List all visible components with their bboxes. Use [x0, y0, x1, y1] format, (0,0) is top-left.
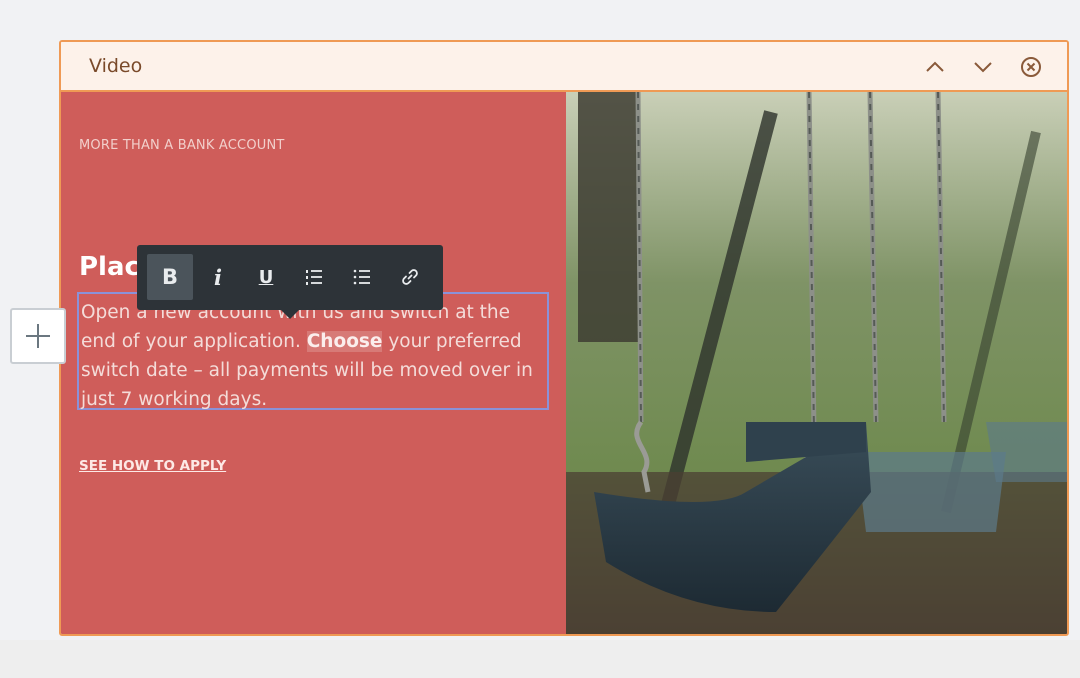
move-down-button[interactable]	[971, 55, 995, 79]
video-block[interactable]: Video MORE THAN A BANK ACCOUNT Place Ope…	[59, 40, 1069, 636]
paragraph[interactable]: Open a new account with us and switch at…	[81, 298, 545, 414]
playground-swings-image	[566, 92, 1067, 634]
link-button[interactable]	[387, 254, 433, 300]
see-how-to-apply-link[interactable]: SEE HOW TO APPLY	[79, 458, 226, 474]
swing-photo	[566, 92, 1067, 634]
ordered-list-button[interactable]	[291, 254, 337, 300]
italic-icon: i	[214, 264, 222, 290]
underline-button[interactable]: U	[243, 254, 289, 300]
eyebrow-text: MORE THAN A BANK ACCOUNT	[79, 138, 285, 153]
close-circle-icon	[1021, 57, 1041, 77]
plus-icon	[26, 324, 50, 348]
bullet-list-icon	[353, 269, 370, 285]
link-icon	[402, 269, 418, 285]
bullet-list-button[interactable]	[339, 254, 385, 300]
selected-word[interactable]: Choose	[306, 331, 383, 352]
bold-button[interactable]: B	[147, 254, 193, 300]
chevron-up-icon	[926, 61, 944, 72]
format-toolbar: B i U	[137, 245, 443, 319]
block-title: Video	[89, 55, 143, 77]
text-panel: MORE THAN A BANK ACCOUNT Place Open a ne…	[61, 92, 566, 634]
add-block-button[interactable]	[10, 308, 66, 364]
page-footer-area	[0, 640, 1080, 678]
chevron-down-icon	[974, 62, 992, 73]
bold-icon: B	[161, 265, 178, 289]
move-up-button[interactable]	[923, 55, 947, 79]
remove-block-button[interactable]	[1019, 55, 1043, 79]
block-header: Video	[61, 42, 1067, 92]
ordered-list-icon	[306, 270, 322, 285]
underline-icon: U	[258, 266, 274, 288]
italic-button[interactable]: i	[195, 254, 241, 300]
